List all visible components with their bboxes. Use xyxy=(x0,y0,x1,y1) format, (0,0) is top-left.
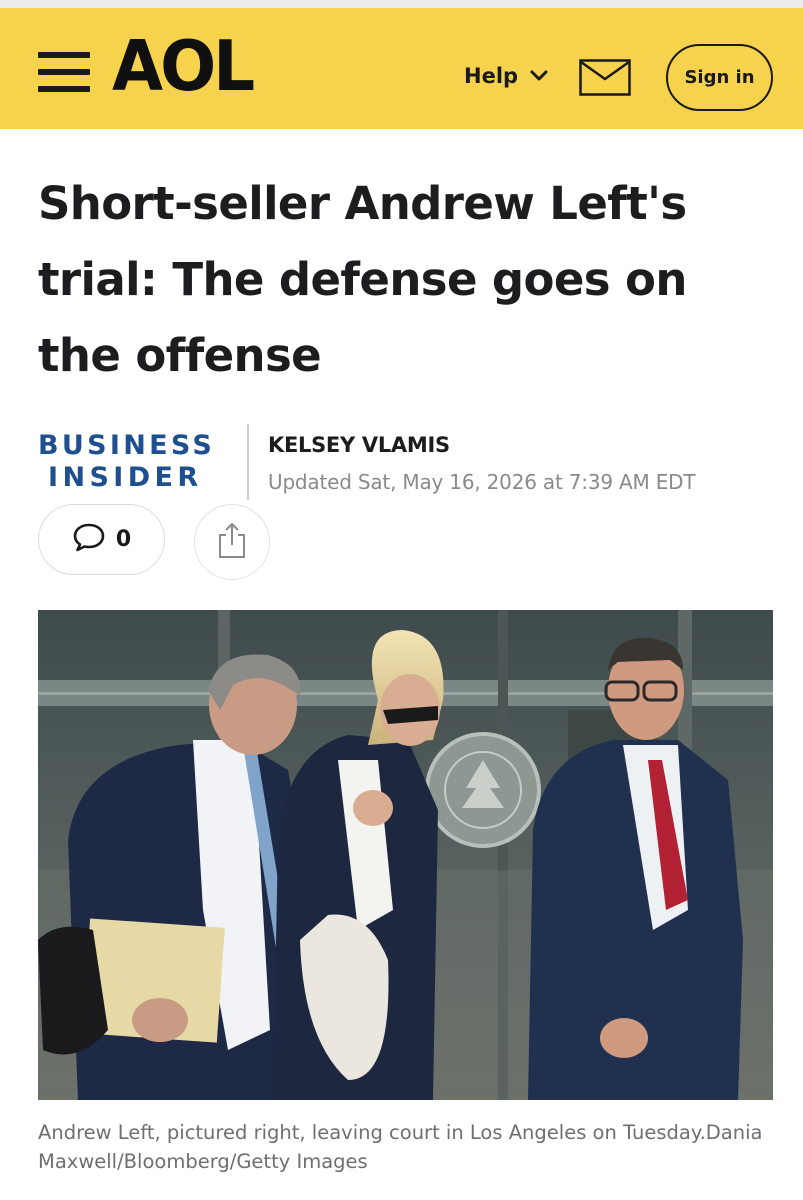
sign-in-button[interactable]: Sign in xyxy=(666,44,773,111)
updated-timestamp: Updated Sat, May 16, 2026 at 7:39 AM EDT xyxy=(268,470,696,494)
comment-count: 0 xyxy=(115,527,132,552)
author-name[interactable]: KELSEY VLAMIS xyxy=(268,433,450,457)
help-label: Help xyxy=(464,64,519,88)
mail-envelope-icon[interactable] xyxy=(579,59,631,96)
article-headline: Short-seller Andrew Left's trial: The de… xyxy=(38,177,687,382)
share-icon xyxy=(217,521,247,564)
share-button[interactable] xyxy=(194,504,270,580)
hamburger-menu-icon[interactable] xyxy=(38,52,90,94)
source-logo-line-1: BUSINESS xyxy=(38,430,216,461)
help-menu-button[interactable]: Help xyxy=(464,56,548,96)
courthouse-photo xyxy=(38,610,773,1100)
business-insider-logo[interactable]: BUSINESS INSIDER xyxy=(38,430,218,494)
chevron-down-icon xyxy=(530,70,548,82)
image-caption: Andrew Left, pictured right, leaving cou… xyxy=(38,1121,763,1173)
comments-button[interactable]: 0 xyxy=(38,504,165,575)
aol-logo[interactable]: AOL xyxy=(112,32,255,101)
source-logo-line-2: INSIDER xyxy=(48,462,203,493)
site-header: AOL Help Sign in xyxy=(0,8,803,129)
byline-divider xyxy=(247,424,249,500)
speech-bubble-icon xyxy=(72,522,106,557)
status-strip xyxy=(0,0,803,8)
article-hero-image[interactable] xyxy=(38,610,773,1100)
